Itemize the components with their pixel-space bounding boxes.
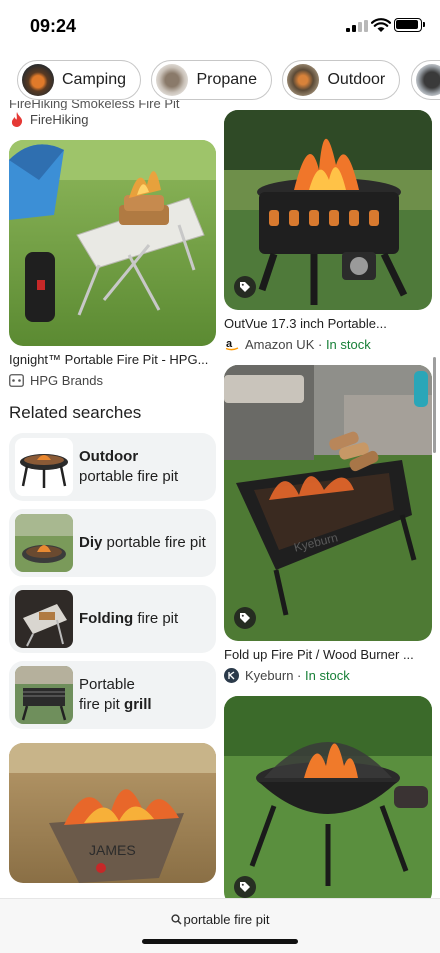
stock-status: In stock	[304, 667, 350, 683]
scrollbar[interactable]	[433, 357, 436, 453]
search-query-text: portable fire pit	[183, 912, 270, 927]
result-title: Ignight™ Portable Fire Pit - HPG...	[9, 352, 209, 367]
chip-thumbnail	[287, 64, 320, 96]
search-icon	[170, 914, 182, 925]
chip-propane[interactable]: Propane	[151, 60, 272, 100]
store-icon	[9, 373, 24, 388]
price-tag-icon	[234, 876, 256, 898]
result-source: Kyeburn · In stock	[224, 666, 432, 684]
related-search-folding[interactable]: Folding fire pit	[9, 585, 216, 653]
filter-chips: Camping Propane Outdoor Ca	[17, 60, 440, 102]
related-pre2: fire pit	[79, 696, 120, 713]
result-image: Kyeburn	[224, 365, 432, 641]
chip-thumbnail	[22, 64, 54, 96]
wifi-icon	[371, 18, 391, 32]
price-tag-icon	[234, 276, 256, 298]
result-source: HPG Brands	[9, 371, 216, 389]
result-source: a Amazon UK · In stock	[224, 335, 432, 353]
chip-thumbnail	[156, 64, 189, 96]
related-search-diy[interactable]: Diy portable fire pit	[9, 509, 216, 577]
partial-card-title[interactable]: FireHiking Smokeless Fire Pit	[9, 100, 216, 110]
result-source[interactable]: FireHiking	[9, 110, 216, 128]
search-query-label: portable fire pit	[0, 912, 440, 927]
source-name: HPG Brands	[30, 372, 103, 388]
cellular-signal-icon	[346, 20, 368, 32]
result-card-james[interactable]: JAMES	[9, 743, 216, 883]
related-bold: Diy	[79, 534, 103, 551]
bottom-search-bar[interactable]: portable fire pit	[0, 898, 440, 953]
related-bold: Outdoor	[79, 448, 139, 465]
chip-thumbnail	[415, 64, 440, 96]
battery-icon	[394, 18, 425, 32]
result-card-outvue[interactable]: OutVue 17.3 inch Portable... a Amazon UK…	[224, 110, 432, 353]
chip-ca[interactable]: Ca	[410, 60, 440, 100]
result-card-bowl-pit[interactable]	[224, 696, 432, 906]
related-rest: portable fire pit	[79, 468, 179, 485]
related-search-label: Outdoor portable fire pit	[79, 447, 178, 487]
related-thumbnail	[15, 514, 73, 572]
chip-outdoor[interactable]: Outdoor	[282, 60, 401, 100]
result-title: OutVue 17.3 inch Portable...	[224, 316, 387, 331]
results-column-left: FireHiking Smokeless Fire Pit FireHiking	[9, 100, 216, 883]
related-bold: grill	[124, 696, 152, 713]
chip-label: Outdoor	[327, 71, 386, 88]
related-bold: Folding	[79, 610, 134, 627]
related-thumbnail	[15, 438, 73, 496]
home-indicator[interactable]	[142, 939, 298, 944]
status-bar: 09:24	[0, 0, 440, 52]
price-tag-icon	[234, 607, 256, 629]
related-thumbnail	[15, 590, 73, 648]
result-image	[224, 110, 432, 310]
kyeburn-logo-icon	[224, 667, 239, 683]
related-search-label: Portable fire pit grill	[79, 675, 152, 715]
result-card-foldup[interactable]: Kyeburn Fold up Fire Pit / Wood Burner .…	[224, 365, 432, 684]
related-search-grill[interactable]: Portable fire pit grill	[9, 661, 216, 729]
chip-label: Propane	[196, 71, 257, 88]
chip-label: Camping	[62, 71, 127, 88]
source-name: Amazon UK	[245, 336, 315, 352]
related-rest: portable fire pit	[106, 534, 206, 551]
results-column-right: OutVue 17.3 inch Portable... a Amazon UK…	[224, 110, 432, 906]
result-title: Fold up Fire Pit / Wood Burner ...	[224, 647, 414, 662]
source-name: FireHiking	[30, 111, 89, 127]
source-separator: ·	[314, 336, 326, 352]
flame-icon	[9, 111, 24, 127]
related-search-label: Diy portable fire pit	[79, 533, 206, 553]
amazon-icon: a	[224, 337, 239, 352]
related-rest: fire pit	[137, 610, 179, 627]
stock-status: In stock	[325, 336, 371, 352]
svg-text:JAMES: JAMES	[89, 842, 136, 858]
status-time: 09:24	[30, 16, 77, 36]
result-image	[9, 140, 216, 346]
related-search-outdoor[interactable]: Outdoor portable fire pit	[9, 433, 216, 501]
related-thumbnail	[15, 666, 73, 724]
source-separator: ·	[293, 667, 305, 683]
related-pre: Portable	[79, 676, 135, 693]
chip-camping[interactable]: Camping	[17, 60, 142, 100]
related-search-label: Folding fire pit	[79, 609, 178, 629]
related-searches-heading: Related searches	[9, 403, 142, 422]
result-card-ignight[interactable]: Ignight™ Portable Fire Pit - HPG... HPG …	[9, 140, 216, 389]
source-name: Kyeburn	[245, 667, 294, 683]
